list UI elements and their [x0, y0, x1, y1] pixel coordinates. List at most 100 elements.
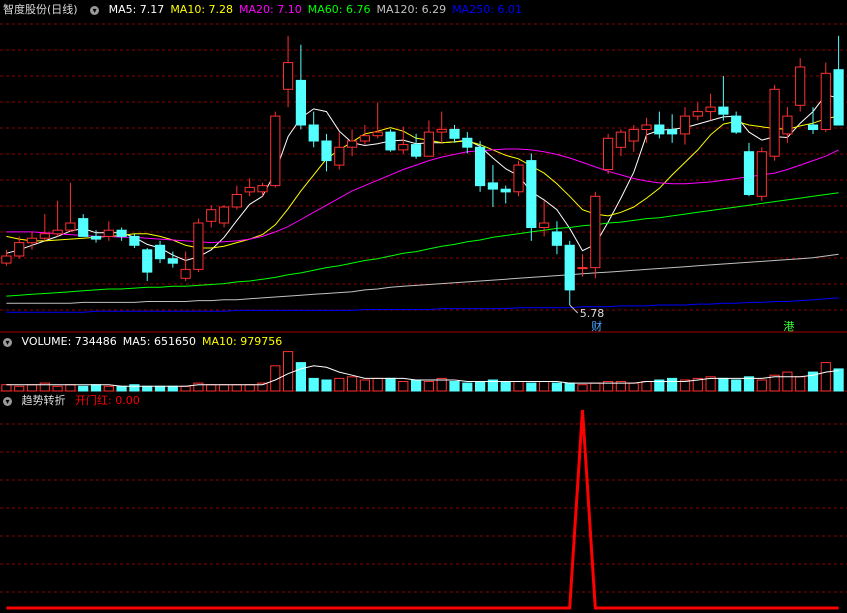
price-header: 智度股份(日线) ▾ MA5: 7.17 MA10: 7.28 MA20: 7.10…	[0, 2, 534, 18]
volume-bar	[756, 379, 767, 392]
candle-body	[756, 151, 767, 197]
indicator-value: MA250: 6.01	[452, 3, 522, 16]
volume-bar	[423, 381, 434, 392]
volume-bar	[539, 381, 550, 392]
volume-bar	[628, 382, 639, 392]
candle-body	[359, 135, 370, 142]
volume-bar	[78, 385, 89, 392]
volume-bar	[833, 368, 844, 392]
collapse-icon[interactable]: ▾	[3, 337, 12, 347]
candle-body	[231, 194, 242, 208]
candle-body	[641, 124, 652, 130]
indicator-grid	[0, 423, 847, 593]
candle-body	[398, 144, 409, 151]
volume-bar	[411, 379, 422, 392]
candle-body	[90, 235, 102, 240]
candle-body	[513, 164, 524, 193]
indicator-value: MA60: 6.76	[307, 3, 371, 16]
candle-body	[103, 229, 114, 237]
low-marker-pointer	[569, 304, 579, 314]
candle-body	[283, 62, 294, 90]
candle-body	[526, 160, 537, 229]
indicator-title: 趋势转折	[21, 394, 66, 407]
volume-indicator-list: VOLUME: 734486 MA5: 651650 MA10: 979756	[22, 335, 289, 348]
candle-body	[615, 131, 626, 148]
candle-body	[743, 151, 755, 195]
candle-body	[782, 115, 793, 135]
indicator-value: VOLUME: 734486	[21, 335, 117, 348]
volume-bar	[385, 377, 396, 392]
candle-body	[129, 235, 140, 246]
volume-bar	[398, 381, 409, 392]
volume-bar	[90, 384, 102, 392]
candle-body	[270, 115, 281, 187]
volume-bar	[462, 382, 473, 392]
volume-bar	[577, 384, 588, 392]
candle-body	[411, 144, 422, 157]
volume-bar	[564, 382, 575, 392]
volume-bar	[283, 351, 294, 392]
candle-body	[475, 146, 486, 187]
volume-bar	[475, 381, 486, 392]
candle-body	[679, 115, 691, 135]
ma-indicator-list: MA5: 7.17 MA10: 7.28 MA20: 7.10 MA60: 6.76 M…	[109, 3, 528, 16]
candle-body	[321, 140, 332, 162]
candle-body	[116, 229, 127, 237]
candle-body	[423, 131, 434, 157]
volume-bar	[820, 362, 831, 392]
event-tag[interactable]: 港	[781, 318, 796, 334]
volume-bar	[795, 376, 806, 392]
candle-body	[551, 231, 562, 246]
candle-body	[154, 244, 166, 260]
indicator-value: 开门红: 0.00	[75, 394, 140, 407]
candle-body	[257, 185, 268, 193]
candle-body	[1, 255, 12, 264]
candle-body	[39, 233, 50, 239]
collapse-icon[interactable]: ▾	[3, 396, 12, 406]
volume-bar	[718, 377, 729, 392]
volume-bar	[218, 384, 230, 392]
volume-bar	[551, 382, 562, 392]
ma-line-ma20	[6, 148, 839, 244]
collapse-icon[interactable]: ▾	[90, 5, 100, 15]
candle-body	[385, 131, 396, 151]
candle-body	[334, 146, 345, 166]
candle-body	[564, 244, 575, 291]
candle-body	[78, 218, 89, 237]
chart-canvas[interactable]: 5.78	[0, 0, 847, 613]
volume-bar	[372, 377, 383, 392]
candle-body	[180, 268, 191, 279]
candle-body	[705, 106, 716, 113]
volume-bar	[731, 379, 742, 392]
candle-body	[500, 188, 511, 193]
candle-body	[218, 206, 230, 224]
candle-body	[628, 128, 639, 142]
candle-body	[718, 106, 729, 115]
candle-body	[372, 131, 383, 137]
volume-bar	[103, 385, 114, 392]
volume-bar	[526, 382, 537, 392]
volume-bar	[142, 385, 153, 392]
candle-body	[590, 195, 601, 269]
volume-bar	[129, 384, 140, 392]
event-tag[interactable]: 财	[589, 318, 604, 334]
volume-header: ▾ VOLUME: 734486 MA5: 651650 MA10: 979756	[0, 334, 294, 350]
volume-bar	[231, 384, 242, 392]
candle-body	[14, 242, 25, 257]
indicator-value: MA10: 979756	[201, 335, 283, 348]
volume-bar	[590, 382, 601, 392]
candle-body	[295, 79, 306, 126]
candle-body	[769, 88, 780, 157]
indicator-value: MA120: 6.29	[376, 3, 447, 16]
candle-body	[308, 124, 319, 142]
signal-line	[6, 409, 839, 610]
volume-bar	[65, 384, 76, 392]
volume-bar	[449, 381, 460, 392]
candle-body	[539, 222, 550, 228]
volume-bar	[513, 381, 524, 392]
volume-bar	[334, 377, 345, 392]
volume-bar	[347, 376, 358, 392]
candle-body	[436, 128, 447, 133]
candle-body	[142, 249, 153, 273]
volume-bar	[14, 385, 25, 392]
